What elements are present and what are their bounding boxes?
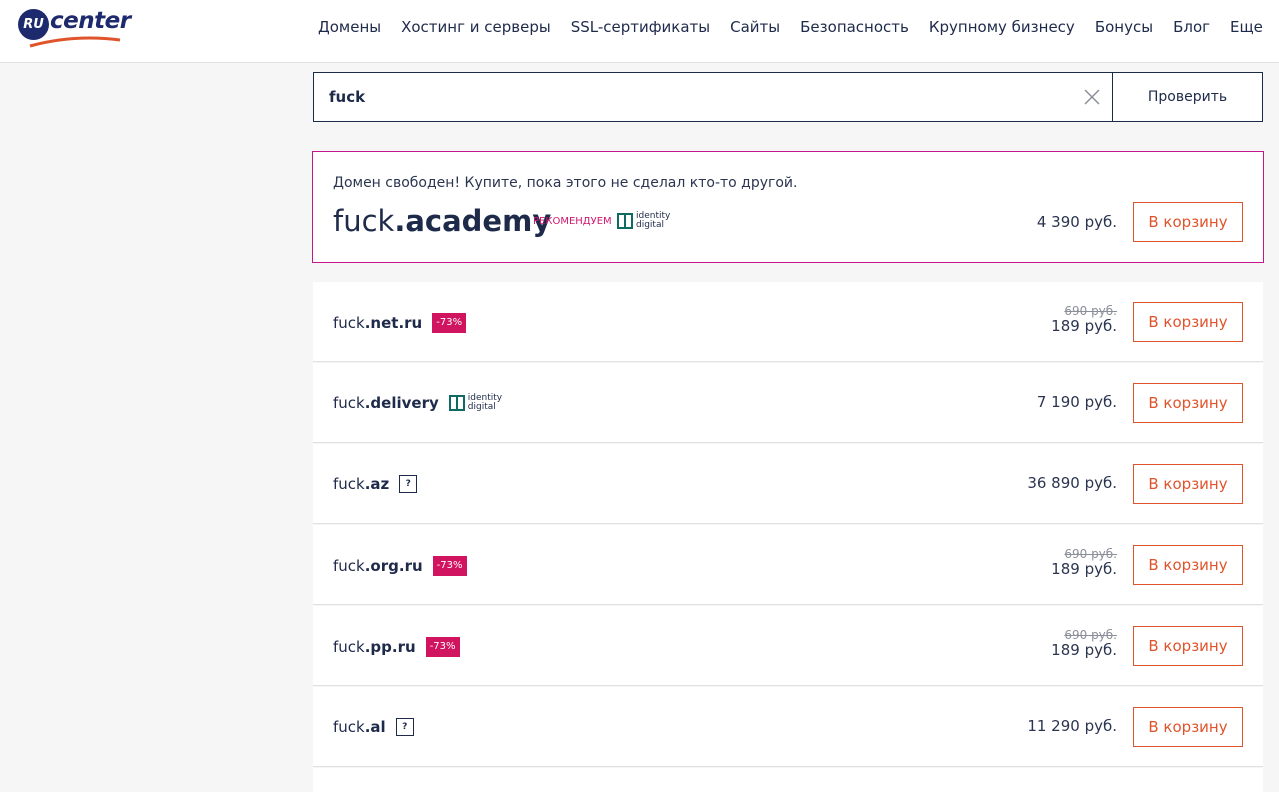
old-price: 690 руб. [1064,304,1117,318]
old-price: 690 руб. [1064,628,1117,642]
add-to-cart-button[interactable]: В корзину [1133,464,1243,504]
identity-digital-icon [448,395,465,411]
nav-enterprise[interactable]: Крупному бизнесу [929,18,1075,36]
price-block: 690 руб. 189 руб. [1051,304,1117,335]
domain-label: fuck .az ? [333,475,418,493]
registry-line2: digital [467,402,496,412]
price: 11 290 руб. [1027,717,1117,735]
add-to-cart-button[interactable]: В корзину [1133,626,1243,666]
registry-line2: digital [636,220,664,230]
domain-name: fuck [333,638,365,656]
price: 189 руб. [1051,317,1117,335]
nav-blog[interactable]: Блог [1173,18,1210,36]
add-to-cart-button[interactable]: В корзину [1133,202,1243,242]
domain-row: fuck .delivery identity digital 7 190 руб… [313,363,1263,443]
featured-domain-name: fuck.academy [333,204,551,238]
add-to-cart-button[interactable]: В корзину [1133,707,1243,747]
add-to-cart-button[interactable]: В корзину [1133,302,1243,342]
identity-digital-logo: identity digital [448,394,502,412]
help-icon[interactable]: ? [399,475,418,493]
old-price: 690 руб. [1064,547,1117,561]
domain-name: fuck [333,718,365,736]
domain-name: fuck [333,557,365,575]
domain-search-input[interactable] [314,73,1072,121]
nav-more[interactable]: Еще [1230,18,1263,36]
clear-icon[interactable] [1072,73,1112,121]
domain-name: fuck [333,394,365,412]
domain-tld: .delivery [364,394,439,412]
domain-label: fuck .net.ru -73% [333,313,467,333]
check-button[interactable]: Проверить [1112,73,1262,121]
domain-tld: .az [364,475,390,493]
featured-domain-card: Домен свободен! Купите, пока этого не сд… [312,151,1264,263]
logo-swoosh-icon [29,36,121,48]
domain-name: fuck [333,314,365,332]
discount-badge: -73% [432,313,467,333]
nav-hosting[interactable]: Хостинг и серверы [401,18,551,36]
discount-badge: -73% [432,556,467,576]
price: 36 890 руб. [1027,474,1117,492]
nav-security[interactable]: Безопасность [800,18,909,36]
domain-row: fuck .net.ru -73% 690 руб. 189 руб. В кор… [313,282,1263,362]
help-icon[interactable]: ? [395,718,414,736]
nav-domains[interactable]: Домены [318,18,381,36]
nav-sites[interactable]: Сайты [730,18,780,36]
domain-row: fuck .al ? 11 290 руб. В корзину [313,687,1263,767]
price-block: 690 руб. 189 руб. [1051,547,1117,578]
domain-row: fuck .pp.ru -73% 690 руб. 189 руб. В корз… [313,606,1263,686]
nav-ssl[interactable]: SSL-сертификаты [571,18,710,36]
domain-label: fuck .al ? [333,718,414,736]
domain-search-bar: Проверить [313,72,1263,122]
add-to-cart-button[interactable]: В корзину [1133,545,1243,585]
recommend-label: РЕКОМЕНДУЕМ [533,216,612,227]
site-header: RU center Домены Хостинг и серверы SSL-с… [0,0,1279,63]
price: 189 руб. [1051,560,1117,578]
domain-label: fuck .delivery identity digital [333,394,502,413]
domain-row: fuck .az ? 36 890 руб. В корзину [313,444,1263,524]
domain-tld: .academy [394,204,552,238]
price-block: 690 руб. 189 руб. [1051,628,1117,659]
price: 189 руб. [1051,641,1117,659]
domain-tld: .org.ru [364,557,423,575]
domain-row: fuck .org.ru -73% 690 руб. 189 руб. В кор… [313,525,1263,605]
domain-label: fuck .pp.ru -73% [333,637,460,657]
domain-name: fuck [333,204,395,238]
price: 4 390 руб. [1036,213,1117,231]
identity-digital-logo: identity digital [617,212,670,230]
main-nav: Домены Хостинг и серверы SSL-сертификаты… [318,18,1279,36]
ru-center-logo[interactable]: RU center [16,8,131,50]
domain-tld: .net.ru [364,314,423,332]
domain-row [313,768,1263,792]
discount-badge: -73% [425,637,460,657]
price: 7 190 руб. [1036,393,1117,411]
domain-name: fuck [333,475,365,493]
domain-tld: .pp.ru [364,638,416,656]
identity-digital-icon [617,213,633,229]
domain-label: fuck .org.ru -73% [333,556,467,576]
add-to-cart-button[interactable]: В корзину [1133,383,1243,423]
nav-bonuses[interactable]: Бонусы [1095,18,1153,36]
availability-message: Домен свободен! Купите, пока этого не сд… [333,175,798,191]
domain-tld: .al [364,718,386,736]
